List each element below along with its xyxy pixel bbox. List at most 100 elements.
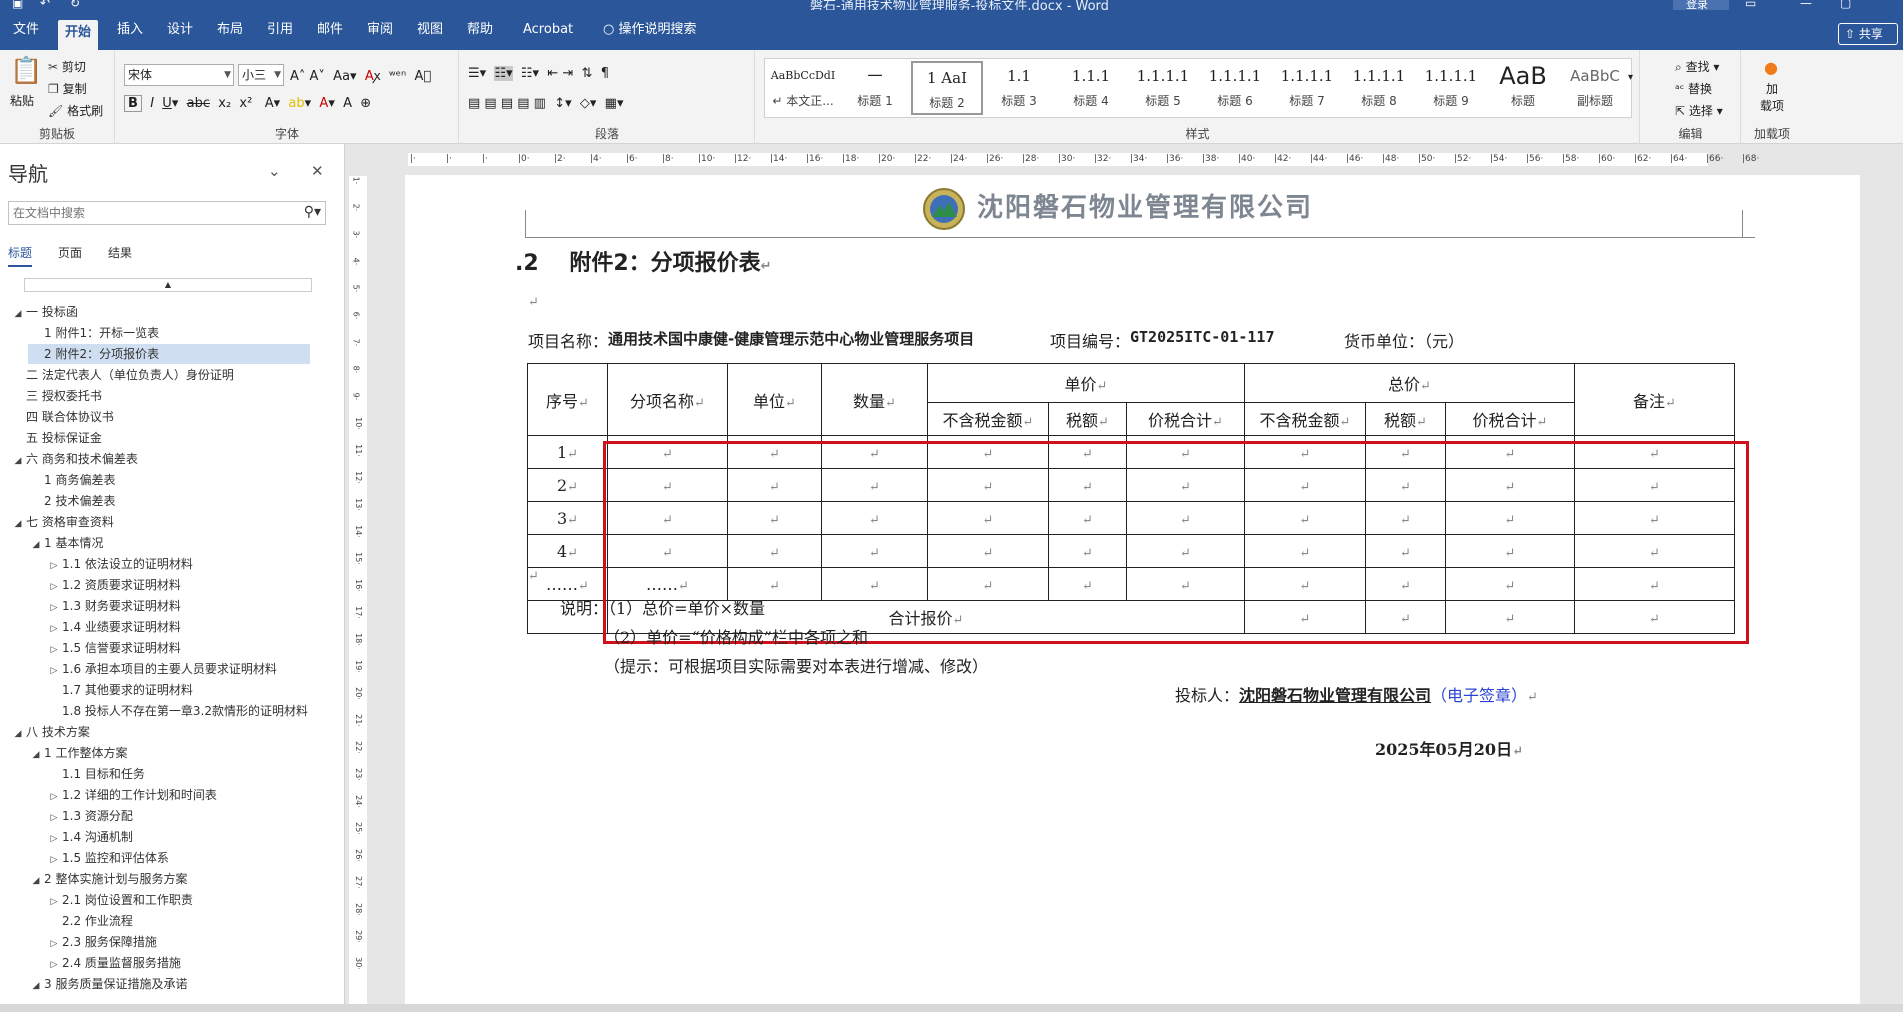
expand-arrow-icon[interactable]: ▷ — [46, 640, 62, 660]
collapse-arrow-icon[interactable]: ◢ — [10, 514, 26, 534]
table-cell[interactable]: ↵ — [1244, 567, 1366, 601]
nav-heading-item[interactable]: 1.1 目标和任务 — [46, 764, 145, 784]
nav-tab-pages[interactable]: 页面 — [58, 244, 82, 261]
nav-heading-item[interactable]: ▷ 2.1 岗位设置和工作职责 — [46, 890, 193, 910]
horizontal-ruler[interactable]: |· |· |· |0· |2· |4· |6· |8· |10· |12· |14· |16· |18… — [370, 144, 1903, 174]
nav-heading-item[interactable]: 三 授权委托书 — [10, 386, 102, 406]
table-cell[interactable]: ↵ — [1365, 468, 1446, 502]
nav-heading-item[interactable]: ▷ 1.1 依法设立的证明材料 — [46, 554, 193, 574]
table-cell[interactable]: ↵ — [927, 501, 1049, 535]
nav-heading-item[interactable]: ▷ 1.4 业绩要求证明材料 — [46, 617, 181, 637]
row-seq-cell[interactable]: 3↵ — [527, 501, 608, 535]
nav-heading-item[interactable]: ◢ 1 基本情况 — [28, 533, 104, 555]
table-cell[interactable]: ↵ — [1445, 534, 1575, 568]
table-cell[interactable]: ↵ — [1126, 468, 1245, 502]
nav-heading-item[interactable]: 四 联合体协议书 — [10, 407, 114, 427]
redo-icon[interactable]: ↻ — [70, 0, 80, 10]
expand-arrow-icon[interactable]: ▷ — [46, 577, 62, 597]
tab-home[interactable]: 开始 — [58, 20, 99, 50]
style-heading4[interactable]: 1.1.1 标题 4 — [1055, 61, 1127, 115]
style-heading9[interactable]: 1.1.1.1 标题 9 — [1415, 61, 1487, 115]
nav-heading-item[interactable]: ▷ 1.5 信誉要求证明材料 — [46, 638, 181, 658]
table-cell[interactable]: ↵ — [1365, 435, 1446, 469]
expand-arrow-icon[interactable]: ▷ — [46, 892, 62, 912]
table-cell[interactable]: ↵ — [607, 435, 728, 469]
table-cell[interactable]: ↵ — [727, 468, 822, 502]
expand-arrow-icon[interactable]: ▷ — [46, 556, 62, 576]
style-body[interactable]: AaBbCcDdI ↵ 本文正... — [767, 61, 839, 115]
tell-me-search[interactable]: ○ 操作说明搜索 — [596, 18, 704, 42]
collapse-arrow-icon[interactable]: ◢ — [28, 976, 44, 996]
font-size-select[interactable]: 小三 ▼ — [238, 64, 284, 86]
table-cell[interactable]: ↵ — [1244, 534, 1366, 568]
tab-view[interactable]: 视图 — [410, 18, 450, 42]
grow-shrink-font-buttons[interactable]: A˄ A˅ Aa▾ Aꭗ ʷᵉⁿ A⃞ — [290, 66, 431, 84]
collapse-arrow-icon[interactable]: ◢ — [28, 871, 44, 891]
nav-heading-item[interactable]: ▷ 1.3 资源分配 — [46, 806, 133, 826]
nav-heading-item[interactable]: ▷ 1.2 详细的工作计划和时间表 — [46, 785, 217, 805]
nav-heading-item[interactable]: ▷ 2.4 质量监督服务措施 — [46, 953, 181, 973]
nav-tab-headings[interactable]: 标题 — [8, 244, 33, 267]
format-painter-button[interactable]: 🖌 格式刷 — [48, 102, 103, 119]
table-cell[interactable]: ↵ — [821, 468, 928, 502]
collapse-arrow-icon[interactable]: ◢ — [28, 535, 44, 555]
tab-layout[interactable]: 布局 — [210, 18, 250, 42]
nav-heading-item[interactable]: ▷ 2.3 服务保障措施 — [46, 932, 157, 952]
tab-file[interactable]: 文件 — [6, 18, 46, 42]
nav-heading-item[interactable]: ▷ 1.6 承担本项目的主要人员要求证明材料 — [46, 659, 277, 679]
table-cell[interactable]: ↵ — [821, 567, 928, 601]
style-heading5[interactable]: 1.1.1.1 标题 5 — [1127, 61, 1199, 115]
expand-arrow-icon[interactable]: ▷ — [46, 661, 62, 681]
close-icon[interactable]: ✕ — [311, 162, 324, 180]
expand-arrow-icon[interactable]: ▷ — [46, 934, 62, 954]
table-cell[interactable]: ↵ — [1365, 534, 1446, 568]
table-cell[interactable]: ↵ — [607, 534, 728, 568]
table-cell[interactable]: ↵ — [821, 534, 928, 568]
tab-insert[interactable]: 插入 — [110, 18, 150, 42]
table-cell[interactable]: ↵ — [1048, 435, 1127, 469]
addin-icon[interactable]: ● — [1764, 58, 1778, 77]
expand-arrow-icon[interactable]: ▷ — [46, 850, 62, 870]
style-heading8[interactable]: 1.1.1.1 标题 8 — [1343, 61, 1415, 115]
nav-heading-item[interactable]: ◢ 1 工作整体方案 — [28, 743, 128, 763]
table-cell[interactable]: ↵ — [1574, 435, 1735, 469]
nav-heading-item[interactable]: ◢ 八 技术方案 — [10, 722, 90, 742]
style-subtitle[interactable]: AaBbC 副标题 — [1559, 61, 1631, 115]
select-button[interactable]: ⇱ 选择 ▾ — [1675, 102, 1723, 119]
nav-heading-item[interactable]: ◢ 2 整体实施计划与服务方案 — [28, 869, 188, 891]
table-cell[interactable]: ↵ — [727, 435, 822, 469]
table-cell[interactable]: ↵ — [1574, 567, 1735, 601]
table-cell[interactable]: ↵ — [727, 501, 822, 535]
expand-arrow-icon[interactable]: ▷ — [46, 619, 62, 639]
table-cell[interactable]: ↵ — [927, 435, 1049, 469]
table-cell[interactable]: ↵ — [821, 501, 928, 535]
nav-tab-results[interactable]: 结果 — [108, 244, 132, 261]
collapse-arrow-icon[interactable]: ◢ — [10, 304, 26, 324]
style-heading3[interactable]: 1.1 标题 3 — [983, 61, 1055, 115]
table-cell[interactable]: ↵ — [1365, 600, 1446, 634]
font-name-select[interactable]: 宋体 ▼ — [124, 64, 234, 86]
login-button[interactable]: 登录 — [1673, 0, 1729, 10]
nav-heading-item[interactable]: 五 投标保证金 — [10, 428, 102, 448]
nav-heading-item[interactable]: ▷ 1.2 资质要求证明材料 — [46, 575, 181, 595]
table-cell[interactable]: ↵ — [1244, 600, 1366, 634]
copy-button[interactable]: ❐ 复制 — [48, 80, 87, 97]
expand-arrow-icon[interactable]: ▷ — [46, 808, 62, 828]
table-cell[interactable]: ↵ — [1244, 468, 1366, 502]
share-button[interactable]: ⇧ 共享 — [1838, 23, 1898, 45]
table-cell[interactable]: ↵ — [607, 501, 728, 535]
expand-arrow-icon[interactable]: ▷ — [46, 787, 62, 807]
style-title[interactable]: AaB 标题 — [1487, 61, 1559, 115]
table-cell[interactable]: ↵ — [1244, 435, 1366, 469]
tab-review[interactable]: 审阅 — [360, 18, 400, 42]
nav-heading-item[interactable]: ◢ 一 投标函 — [10, 302, 78, 322]
table-cell[interactable]: ↵ — [927, 567, 1049, 601]
cut-button[interactable]: ✂ 剪切 — [48, 58, 86, 75]
row-seq-cell[interactable]: 2↵ — [527, 468, 608, 502]
minimize-icon[interactable]: — — [1800, 0, 1812, 10]
alignment-buttons[interactable]: ▤ ▤ ▤ ▤ ▥ ↕▾ ◇▾ ▦▾ — [468, 96, 624, 111]
styles-more-icon[interactable]: ▾ — [1628, 72, 1633, 83]
table-cell[interactable]: ↵ — [1126, 435, 1245, 469]
nav-heading-item[interactable]: ◢ 六 商务和技术偏差表 — [10, 449, 138, 469]
nav-heading-item[interactable]: ▷ 1.5 监控和评估体系 — [46, 848, 169, 868]
